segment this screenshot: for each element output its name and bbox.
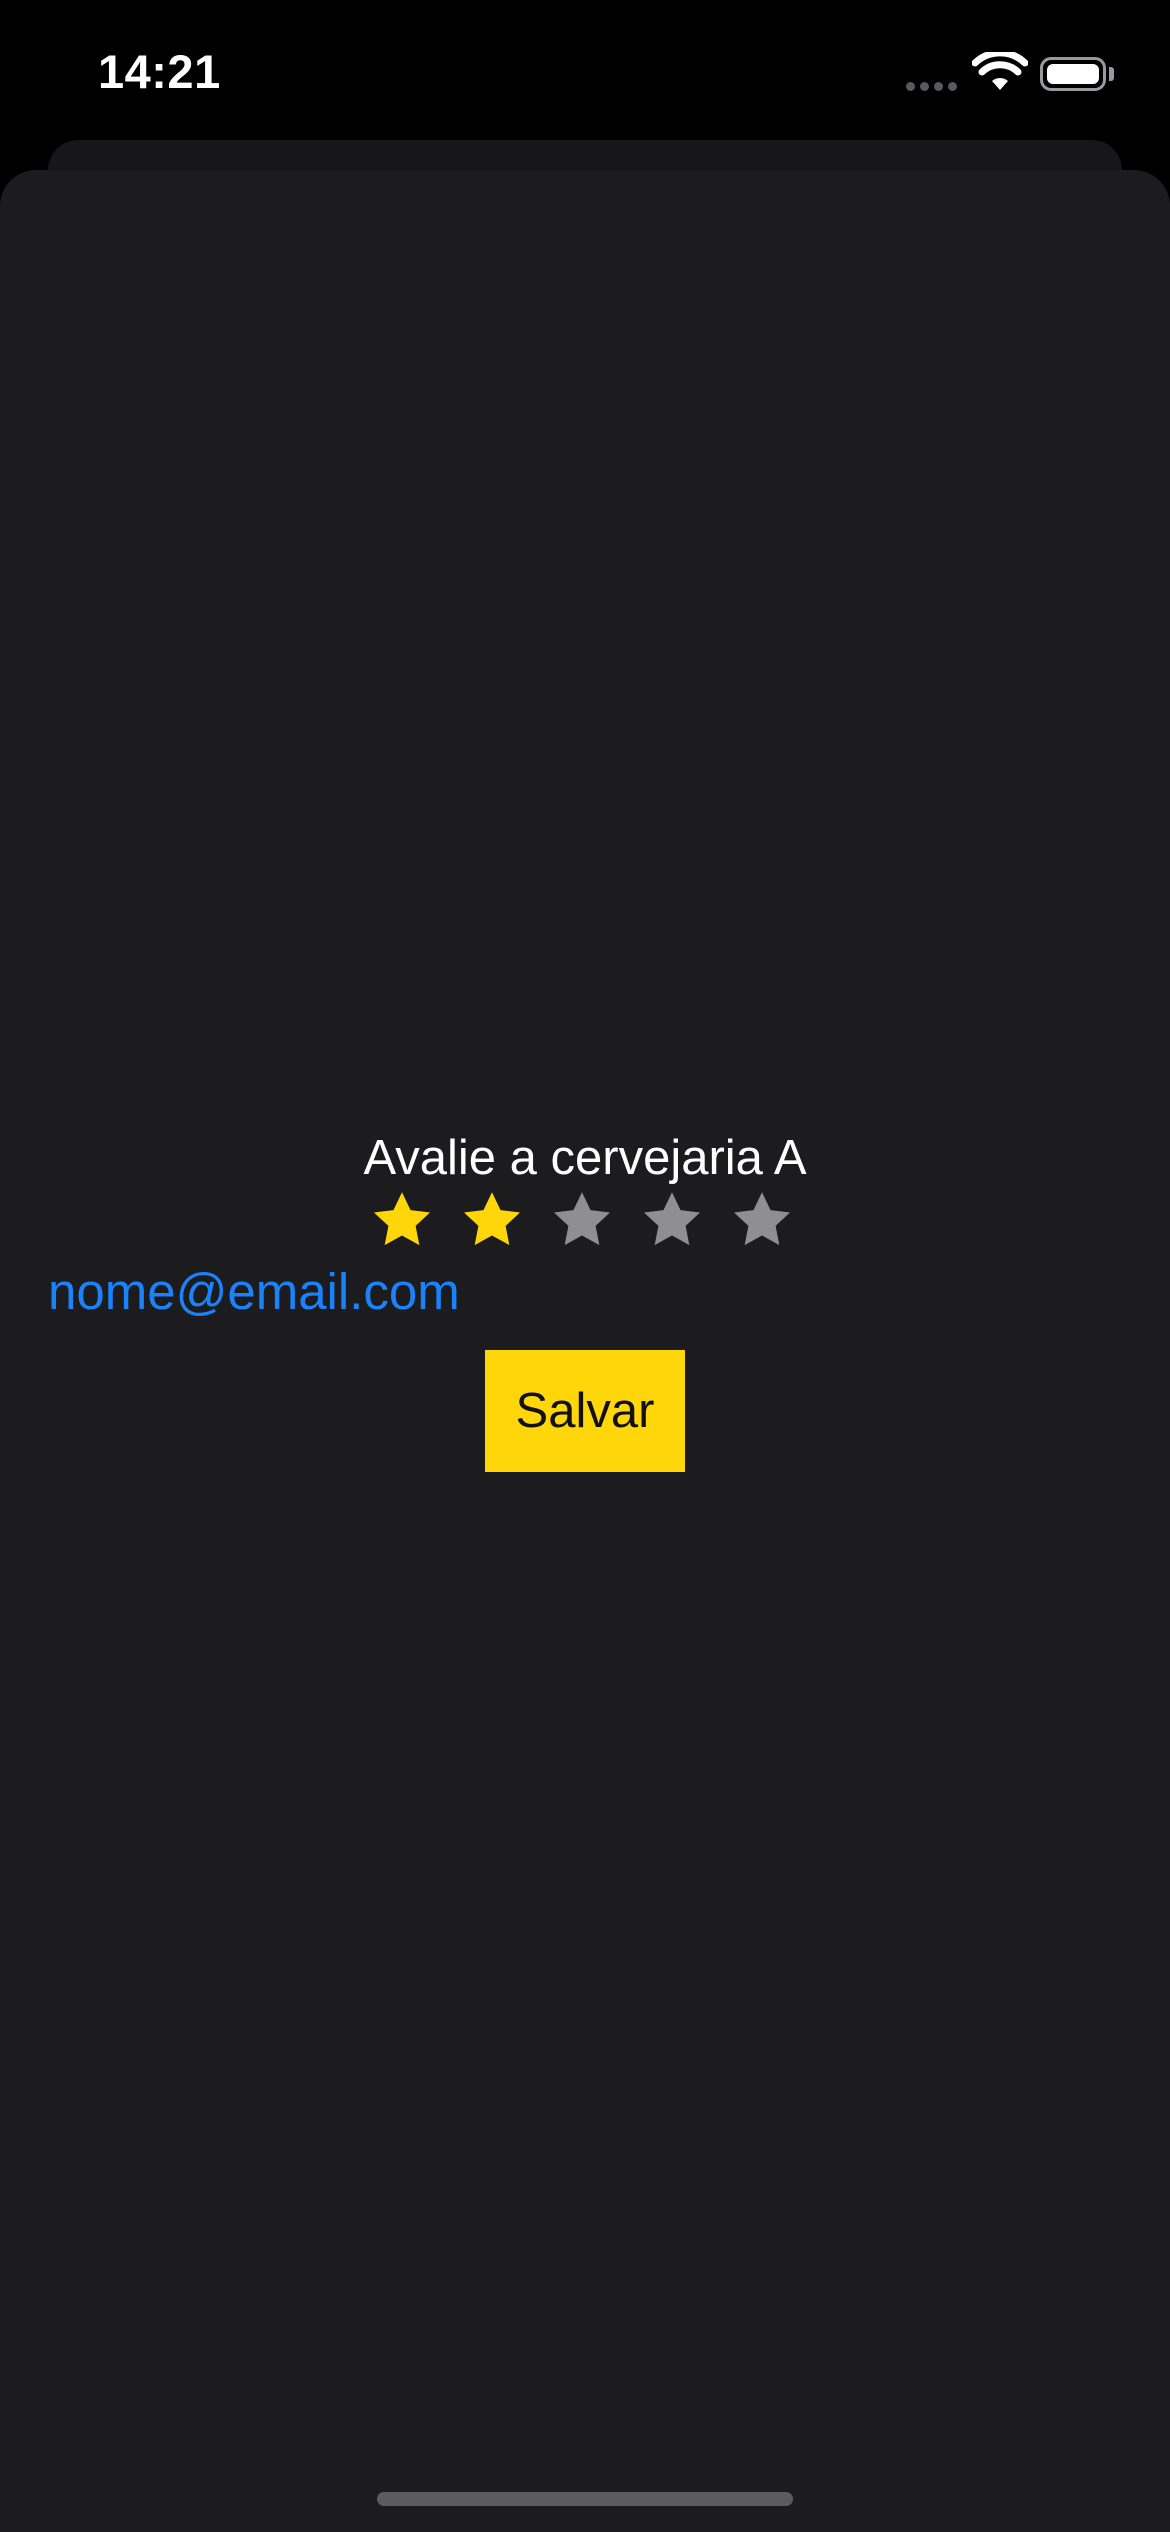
status-bar: 14:21 bbox=[0, 0, 1170, 140]
home-indicator[interactable] bbox=[377, 2492, 793, 2506]
cellular-signal-icon bbox=[906, 82, 958, 92]
rating-title: Avalie a cervejaria A bbox=[363, 1131, 807, 1185]
save-button[interactable]: Salvar bbox=[485, 1350, 685, 1472]
battery-icon bbox=[1040, 57, 1106, 91]
star-icon[interactable] bbox=[460, 1188, 524, 1252]
status-time: 14:21 bbox=[98, 45, 221, 98]
wifi-icon bbox=[972, 52, 1028, 90]
battery-level bbox=[1047, 64, 1099, 84]
star-icon[interactable] bbox=[640, 1188, 704, 1252]
star-icon[interactable] bbox=[730, 1188, 794, 1252]
star-rating[interactable] bbox=[370, 1188, 810, 1258]
battery-cap bbox=[1109, 67, 1114, 81]
email-link[interactable]: nome@email.com bbox=[48, 1262, 460, 1321]
star-icon[interactable] bbox=[550, 1188, 614, 1252]
star-icon[interactable] bbox=[370, 1188, 434, 1252]
